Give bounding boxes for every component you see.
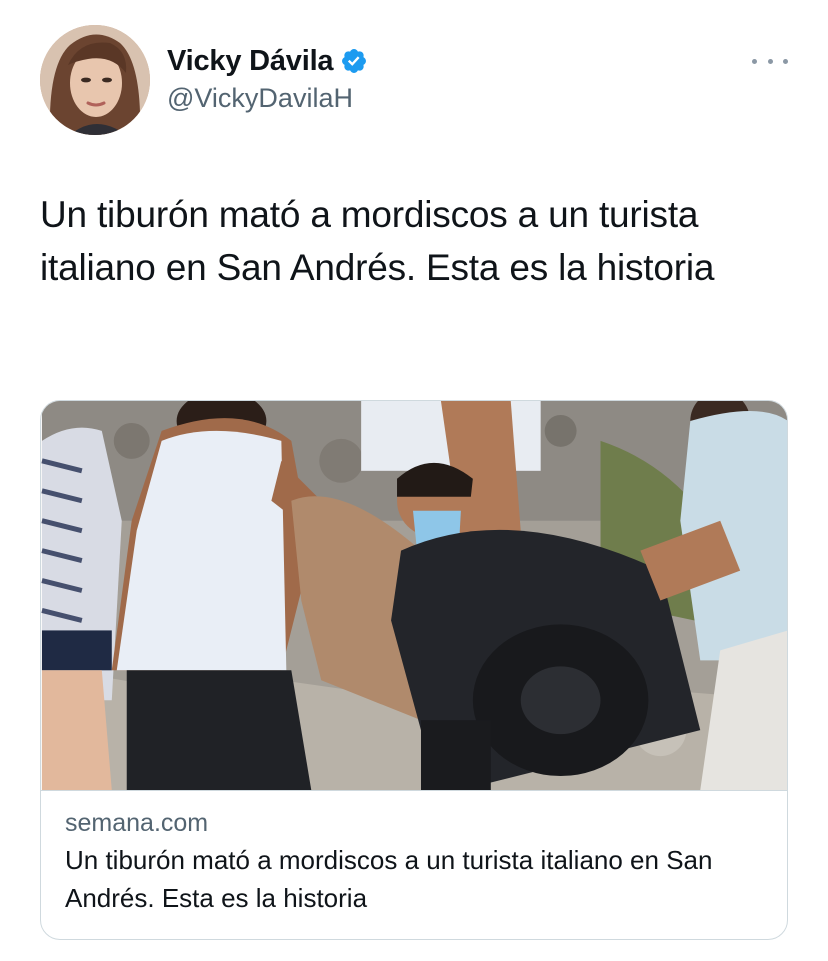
user-handle[interactable]: @VickyDavilaH bbox=[167, 83, 368, 114]
verified-badge-icon bbox=[340, 47, 368, 75]
more-dots-icon bbox=[752, 58, 757, 64]
link-card-title: Un tiburón mató a mordiscos a un turista… bbox=[65, 845, 713, 913]
news-photo bbox=[41, 401, 787, 791]
display-name[interactable]: Vicky Dávila bbox=[167, 45, 334, 78]
avatar-photo bbox=[40, 25, 150, 135]
user-info: Vicky Dávila @VickyDavilaH bbox=[167, 44, 368, 114]
more-dots-icon bbox=[783, 58, 788, 64]
tweet: Vicky Dávila @VickyDavilaH Un tiburón ma… bbox=[0, 0, 828, 961]
name-row: Vicky Dávila bbox=[167, 44, 368, 78]
link-card[interactable]: semana.com Un tiburón mató a mordiscos a… bbox=[40, 400, 788, 940]
avatar[interactable] bbox=[40, 25, 150, 135]
more-dots-icon bbox=[767, 58, 773, 64]
more-options-button[interactable] bbox=[752, 52, 788, 70]
link-card-domain: semana.com bbox=[65, 809, 209, 837]
tweet-text: Un tiburón mató a mordiscos a un turista… bbox=[40, 194, 715, 288]
link-card-info: semana.com Un tiburón mató a mordiscos a… bbox=[41, 791, 787, 917]
